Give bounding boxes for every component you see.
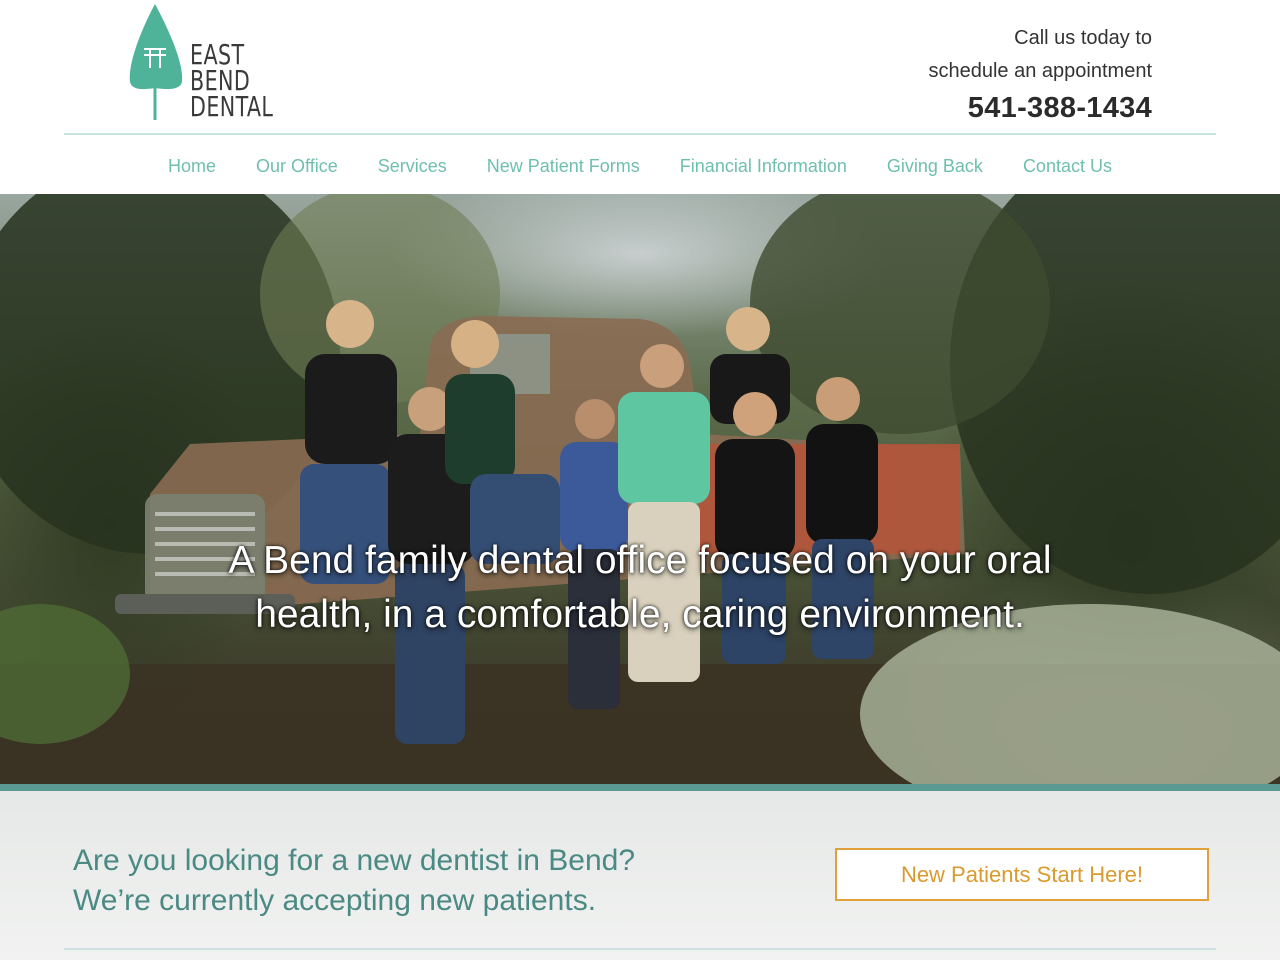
east-bend-dental-logo[interactable]: EAST BEND DENTAL [128, 4, 288, 124]
nav-home[interactable]: Home [168, 156, 216, 177]
logo-line-dental: DENTAL [190, 90, 274, 123]
hero-banner: A Bend family dental office focused on y… [0, 194, 1280, 784]
hero-tagline: A Bend family dental office focused on y… [140, 534, 1140, 642]
promo-text: Are you looking for a new dentist in Ben… [73, 841, 635, 921]
promo-line-2: We’re currently accepting new patients. [73, 884, 597, 917]
nav-giving-back[interactable]: Giving Back [887, 156, 983, 177]
promo-divider [64, 948, 1216, 950]
hero-photo-illustration [0, 194, 1280, 784]
new-patients-start-button[interactable]: New Patients Start Here! [835, 848, 1209, 901]
hero-bottom-border [0, 784, 1280, 791]
logo-wordmark: EAST BEND DENTAL [190, 41, 274, 123]
promo-line-1: Are you looking for a new dentist in Ben… [73, 844, 636, 877]
nav-our-office[interactable]: Our Office [256, 156, 338, 177]
header-divider [64, 133, 1216, 135]
nav-contact-us[interactable]: Contact Us [1023, 156, 1112, 177]
nav-financial-information[interactable]: Financial Information [680, 156, 847, 177]
nav-new-patient-forms[interactable]: New Patient Forms [487, 156, 640, 177]
call-line-2: schedule an appointment [928, 60, 1153, 82]
main-nav: Home Our Office Services New Patient For… [0, 150, 1280, 182]
hero-tagline-line-1: A Bend family dental office focused on y… [228, 539, 1052, 582]
site-header: EAST BEND DENTAL Call us today to schedu… [0, 0, 1280, 194]
hero-tagline-line-2: health, in a comfortable, caring environ… [255, 593, 1025, 636]
call-to-action-text: Call us today to schedule an appointment [929, 22, 1153, 88]
nav-services[interactable]: Services [378, 156, 447, 177]
phone-number[interactable]: 541-388-1434 [968, 92, 1152, 125]
new-patient-promo: Are you looking for a new dentist in Ben… [0, 791, 1280, 960]
call-line-1: Call us today to [1014, 27, 1152, 49]
